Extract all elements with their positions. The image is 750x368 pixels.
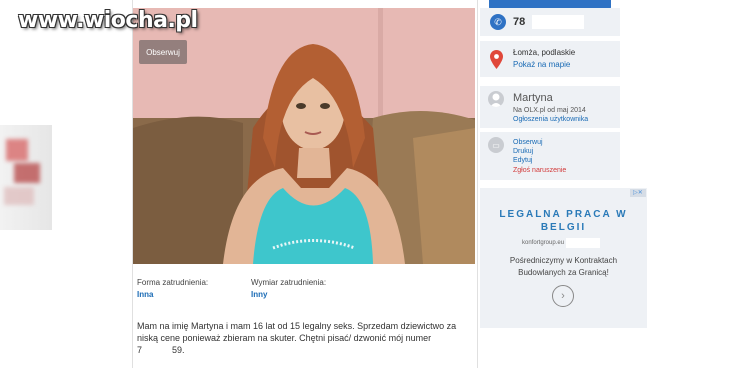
user-name: Martyna — [513, 92, 553, 104]
observe-photo-button[interactable]: Obserwuj — [139, 40, 187, 64]
employment-dimension-value[interactable]: Inny — [251, 290, 326, 299]
blurred-thumbnail — [0, 125, 52, 230]
description-line: niską cene ponieważ zbieram na skuter. C… — [137, 333, 432, 343]
employment-dimension-label: Wymiar zatrudnienia: — [251, 278, 327, 287]
ad-text-line: Pośredniczymy w Kontraktach — [509, 256, 618, 265]
show-map-link[interactable]: Pokaż na mapie — [513, 60, 570, 69]
location-city: Łomża, podlaskie — [513, 48, 576, 57]
employment-type-label: Forma zatrudnienia: — [137, 278, 209, 287]
user-since: Na OLX.pl od maj 2014 — [513, 107, 586, 114]
phone-redaction — [532, 15, 584, 29]
employment-dimension: Wymiar zatrudnienia: Inny — [251, 278, 326, 299]
report-link[interactable]: Zgłoś naruszenie — [513, 167, 566, 174]
watermark-logo: www.wiocha.pl — [18, 8, 198, 33]
job-details: Forma zatrudnienia: Inna Wymiar zatrudni… — [137, 278, 467, 302]
map-pin-icon — [490, 50, 503, 69]
ad-title-line: LEGALNA PRACA W — [499, 209, 628, 220]
user-box: Martyna Na OLX.pl od maj 2014 Ogłoszenia… — [480, 86, 620, 128]
ad-text-line: Budowlanych za Granicą! — [518, 268, 609, 277]
phone-redaction — [142, 346, 173, 356]
observe-link[interactable]: Obserwuj — [513, 139, 543, 146]
user-avatar-icon — [488, 91, 504, 107]
phone-number: 78 — [513, 16, 526, 28]
ad-text: Pośredniczymy w Kontraktach Budowlanych … — [480, 255, 647, 279]
phone-icon: ✆ — [490, 14, 506, 30]
ad-close-icon[interactable]: ▷✕ — [630, 189, 646, 197]
description-line: Mam na imię Martyna i mam 16 lat od 15 l… — [137, 321, 457, 331]
ad-title-line: BELGII — [540, 222, 587, 233]
listing-description: Mam na imię Martyna i mam 16 lat od 15 l… — [137, 320, 457, 356]
employment-type-value[interactable]: Inna — [137, 290, 208, 299]
actions-box: ▭ Obserwuj Drukuj Edytuj Zgłoś naruszeni… — [480, 132, 620, 180]
advertisement[interactable]: ▷✕ LEGALNA PRACA W BELGII konfortgroup.e… — [480, 188, 647, 328]
description-phone-end: 59. — [172, 345, 185, 355]
ad-title: LEGALNA PRACA W BELGII — [480, 208, 647, 234]
ad-domain-redaction — [566, 238, 600, 248]
location-box: Łomża, podlaskie Pokaż na mapie — [480, 41, 620, 77]
phone-box[interactable]: ✆ 78 — [480, 8, 620, 36]
ad-arrow-icon[interactable]: › — [552, 285, 574, 307]
edit-link[interactable]: Edytuj — [513, 157, 532, 164]
print-link[interactable]: Drukuj — [513, 148, 533, 155]
user-ads-link[interactable]: Ogłoszenia użytkownika — [513, 116, 588, 123]
actions-icon: ▭ — [488, 137, 504, 153]
description-line: 7 59. — [137, 344, 457, 356]
employment-type: Forma zatrudnienia: Inna — [137, 278, 208, 299]
ad-domain: konfortgroup.eu — [522, 240, 565, 246]
